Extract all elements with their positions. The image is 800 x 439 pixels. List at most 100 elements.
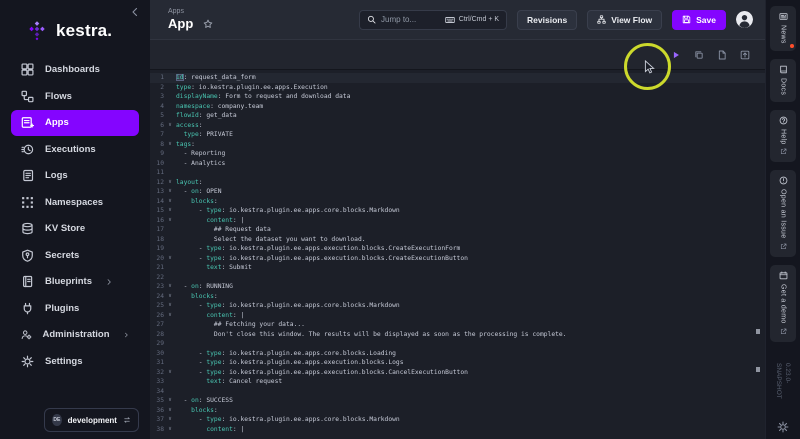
code-line[interactable]: 4namespace: company.team — [150, 102, 765, 112]
fold-icon[interactable]: ∨ — [164, 311, 176, 321]
code-line[interactable]: 24∨ blocks: — [150, 292, 765, 302]
code-line[interactable]: 29 — [150, 339, 765, 349]
fold-icon[interactable]: ∨ — [164, 282, 176, 292]
instance-settings-icon[interactable] — [777, 421, 789, 433]
code-line[interactable]: 8∨tags: — [150, 140, 765, 150]
yaml-editor[interactable]: 1id: request_data_form2type: io.kestra.p… — [150, 70, 765, 439]
sidebar-item-label: Secrets — [45, 250, 79, 261]
code-line[interactable]: 11 — [150, 168, 765, 178]
line-number: 35 — [150, 396, 164, 406]
file-icon[interactable] — [717, 50, 727, 60]
code-line[interactable]: 38∨ content: | — [150, 425, 765, 435]
code-line[interactable]: 16∨ content: | — [150, 216, 765, 226]
code-line[interactable]: 15∨ - type: io.kestra.plugin.ee.apps.cor… — [150, 206, 765, 216]
fold-icon[interactable]: ∨ — [164, 140, 176, 150]
code-line[interactable]: 9 - Reporting — [150, 149, 765, 159]
code-line[interactable]: 28 Don't close this window. The results … — [150, 330, 765, 340]
fold-icon[interactable]: ∨ — [164, 178, 176, 188]
code-line[interactable]: 12∨layout: — [150, 178, 765, 188]
rail-item-get-a-demo[interactable]: Get a demo — [770, 265, 796, 342]
fold-icon[interactable]: ∨ — [164, 216, 176, 226]
fold-icon[interactable]: ∨ — [164, 368, 176, 378]
sidebar-item-secrets[interactable]: Secrets — [11, 243, 139, 269]
code-line[interactable]: 3displayName: Form to request and downlo… — [150, 92, 765, 102]
collapse-sidebar-button[interactable] — [129, 6, 141, 18]
fold-gutter — [164, 130, 176, 140]
sidebar-item-executions[interactable]: Executions — [11, 137, 139, 163]
code-line[interactable]: 5flowId: get_data — [150, 111, 765, 121]
sidebar-item-administration[interactable]: Administration — [11, 322, 139, 348]
fold-icon[interactable]: ∨ — [164, 292, 176, 302]
shortcut-label: Ctrl/Cmd + K — [459, 16, 499, 23]
fold-icon[interactable]: ∨ — [164, 425, 176, 435]
code-line[interactable]: 19 - type: io.kestra.plugin.ee.apps.exec… — [150, 244, 765, 254]
sidebar-item-flows[interactable]: Flows — [11, 84, 139, 110]
fold-icon[interactable]: ∨ — [164, 254, 176, 264]
jump-to-search[interactable]: Jump to... Ctrl/Cmd + K — [359, 10, 507, 30]
fold-icon[interactable]: ∨ — [164, 415, 176, 425]
fold-icon[interactable]: ∨ — [164, 406, 176, 416]
fold-gutter — [164, 244, 176, 254]
revisions-button[interactable]: Revisions — [517, 10, 577, 30]
kestra-logo[interactable]: kestra. — [0, 0, 150, 42]
code-line[interactable]: 17 ## Request data — [150, 225, 765, 235]
fold-icon[interactable]: ∨ — [164, 187, 176, 197]
code-line[interactable]: 34 — [150, 387, 765, 397]
code-line[interactable]: 33 text: Cancel request — [150, 377, 765, 387]
code-line[interactable]: 2type: io.kestra.plugin.ee.apps.Executio… — [150, 83, 765, 93]
code-line[interactable]: 14∨ blocks: — [150, 197, 765, 207]
sidebar-item-kv-store[interactable]: KV Store — [11, 216, 139, 242]
fold-gutter — [164, 83, 176, 93]
fold-icon[interactable]: ∨ — [164, 396, 176, 406]
code-line[interactable]: 21 text: Submit — [150, 263, 765, 273]
fold-icon[interactable]: ∨ — [164, 301, 176, 311]
favorite-icon[interactable] — [203, 19, 213, 29]
code-line[interactable]: 25∨ - type: io.kestra.plugin.ee.apps.cor… — [150, 301, 765, 311]
code-line[interactable]: 13∨ - on: OPEN — [150, 187, 765, 197]
sidebar-item-blueprints[interactable]: Blueprints — [11, 269, 139, 295]
code-line[interactable]: 10 - Analytics — [150, 159, 765, 169]
code-line[interactable]: 7 type: PRIVATE — [150, 130, 765, 140]
rail-item-help[interactable]: Help — [770, 110, 796, 163]
fold-gutter — [164, 320, 176, 330]
play-icon[interactable] — [671, 50, 681, 60]
code-line[interactable]: 6∨access: — [150, 121, 765, 131]
code-line[interactable]: 36∨ blocks: — [150, 406, 765, 416]
code-line[interactable]: 37∨ - type: io.kestra.plugin.ee.apps.cor… — [150, 415, 765, 425]
copy-icon[interactable] — [694, 50, 704, 60]
code-line[interactable]: 26∨ content: | — [150, 311, 765, 321]
sidebar-item-label: Dashboards — [45, 64, 100, 75]
user-avatar[interactable] — [736, 11, 753, 28]
rail-item-docs[interactable]: Docs — [770, 59, 796, 102]
code-line[interactable]: 27 ## Fetching your data... — [150, 320, 765, 330]
sidebar-item-apps[interactable]: Apps — [11, 110, 139, 136]
sidebar-item-dashboards[interactable]: Dashboards — [11, 57, 139, 83]
line-number: 32 — [150, 368, 164, 378]
sidebar-item-logs[interactable]: Logs — [11, 163, 139, 189]
fold-icon[interactable]: ∨ — [164, 121, 176, 131]
export-icon[interactable] — [740, 50, 750, 60]
view-flow-button[interactable]: View Flow — [587, 10, 662, 30]
code-line[interactable]: 31 - type: io.kestra.plugin.ee.apps.exec… — [150, 358, 765, 368]
code-line[interactable]: 20∨ - type: io.kestra.plugin.ee.apps.exe… — [150, 254, 765, 264]
rail-item-open-an-issue[interactable]: Open an Issue — [770, 170, 796, 256]
fold-icon[interactable]: ∨ — [164, 197, 176, 207]
code-line[interactable]: 1id: request_data_form — [150, 73, 765, 83]
fold-gutter — [164, 168, 176, 178]
code-line[interactable]: 23∨ - on: RUNNING — [150, 282, 765, 292]
breadcrumb[interactable]: Apps — [168, 8, 213, 15]
code-line[interactable]: 30 - type: io.kestra.plugin.ee.apps.core… — [150, 349, 765, 359]
sidebar-item-settings[interactable]: Settings — [11, 349, 139, 375]
save-button[interactable]: Save — [672, 10, 726, 30]
sidebar-item-namespaces[interactable]: Namespaces — [11, 190, 139, 216]
code-line[interactable]: 18 Select the dataset you want to downlo… — [150, 235, 765, 245]
code-line[interactable]: 22 — [150, 273, 765, 283]
rail-item-news[interactable]: News — [770, 6, 796, 51]
sidebar-item-label: KV Store — [45, 223, 85, 234]
code-line[interactable]: 35∨ - on: SUCCESS — [150, 396, 765, 406]
fold-icon[interactable]: ∨ — [164, 206, 176, 216]
sidebar-item-plugins[interactable]: Plugins — [11, 296, 139, 322]
tenant-switcher[interactable]: DE development — [44, 408, 139, 432]
code-line[interactable]: 32∨ - type: io.kestra.plugin.ee.apps.exe… — [150, 368, 765, 378]
overview-ruler-mark — [756, 329, 760, 334]
